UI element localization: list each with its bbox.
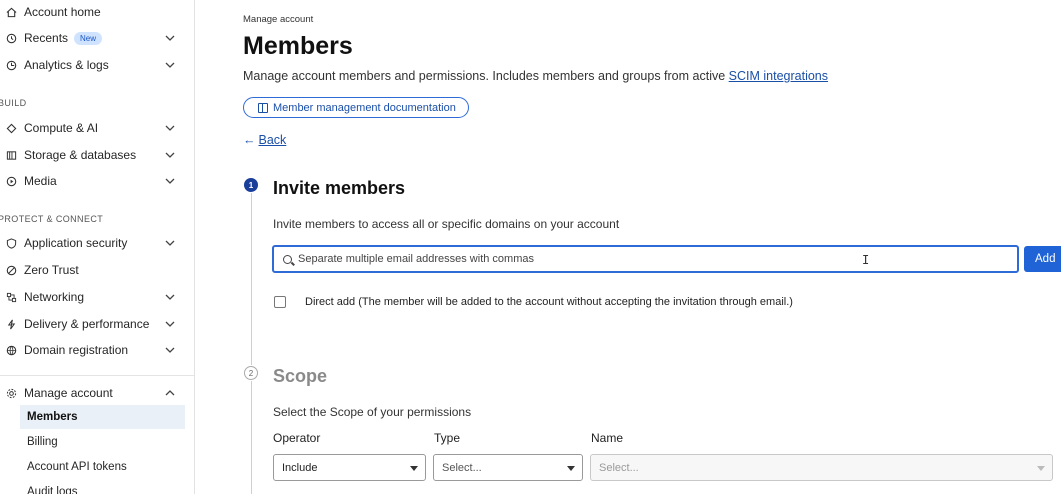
sidebar-item-label: Application security <box>24 236 128 250</box>
operator-label: Operator <box>273 431 321 445</box>
invite-members-subtitle: Invite members to access all or specific… <box>273 217 620 231</box>
caret-down-icon <box>567 466 575 471</box>
documentation-button-label: Member management documentation <box>273 101 456 114</box>
section-protect-connect: PROTECT & CONNECT <box>0 214 104 224</box>
add-button[interactable]: Add <box>1024 246 1061 272</box>
shield-icon <box>5 237 17 249</box>
invite-members-heading: Invite members <box>273 178 406 198</box>
section-build: BUILD <box>0 98 27 108</box>
chevron-down-icon[interactable] <box>164 149 176 161</box>
lightning-icon <box>5 318 17 330</box>
sidebar-item-label: Media <box>24 174 57 188</box>
type-select[interactable]: Select... <box>433 454 583 481</box>
sidebar-item-label: Compute & AI <box>24 121 99 135</box>
storage-icon <box>5 149 17 161</box>
zero-trust-icon <box>5 264 17 276</box>
gear-icon <box>5 387 17 399</box>
sidebar-item-audit-logs[interactable]: Audit logs <box>20 480 185 494</box>
main-content: Manage account Members Manage account me… <box>196 0 1061 494</box>
chevron-down-icon[interactable] <box>164 59 176 71</box>
step-2-indicator: 2 <box>244 366 258 380</box>
sidebar-item-manage-account[interactable]: Manage account <box>0 381 186 405</box>
arrow-left-icon: ← <box>243 133 256 147</box>
direct-add-label: Direct add (The member will be added to … <box>305 296 793 308</box>
sidebar-item-label: Recents <box>24 31 69 45</box>
sidebar-item-storage[interactable]: Storage & databases <box>0 143 186 167</box>
sidebar-item-members[interactable]: Members <box>20 405 185 429</box>
text-cursor-icon: I <box>862 253 870 267</box>
email-input[interactable]: Separate multiple email addresses with c… <box>272 245 1019 273</box>
back-label: Back <box>258 133 287 147</box>
direct-add-checkbox[interactable] <box>274 296 286 308</box>
step-connector <box>251 193 252 365</box>
chevron-down-icon[interactable] <box>164 237 176 249</box>
sidebar-item-delivery[interactable]: Delivery & performance <box>0 312 186 336</box>
back-link[interactable]: ← Back <box>243 133 286 147</box>
chevron-up-icon[interactable] <box>164 387 176 399</box>
compute-icon <box>5 122 17 134</box>
chevron-down-icon[interactable] <box>164 175 176 187</box>
sidebar-item-label: Storage & databases <box>24 148 137 162</box>
sidebar-item-networking[interactable]: Networking <box>0 285 186 309</box>
type-value: Select... <box>442 461 482 474</box>
caret-down-icon <box>410 466 418 471</box>
sidebar-item-label: Manage account <box>24 386 113 400</box>
sidebar: Account home Recents New Analytics & log… <box>0 0 195 494</box>
operator-select[interactable]: Include <box>273 454 426 481</box>
new-badge: New <box>74 31 103 45</box>
sidebar-item-zero-trust[interactable]: Zero Trust <box>0 258 186 282</box>
documentation-button[interactable]: Member management documentation <box>243 97 469 118</box>
home-icon <box>5 6 17 18</box>
caret-down-icon <box>1037 466 1045 471</box>
breadcrumb: Manage account <box>243 14 314 25</box>
name-select[interactable]: Select... <box>590 454 1053 481</box>
chevron-down-icon[interactable] <box>164 344 176 356</box>
media-icon <box>5 175 17 187</box>
chevron-down-icon[interactable] <box>164 318 176 330</box>
sidebar-item-account-home[interactable]: Account home <box>0 0 186 24</box>
chevron-down-icon[interactable] <box>164 291 176 303</box>
sidebar-item-label: Zero Trust <box>24 263 79 277</box>
sidebar-item-domain-registration[interactable]: Domain registration <box>0 338 186 362</box>
sidebar-item-label: Delivery & performance <box>24 317 150 331</box>
sidebar-item-label: Analytics & logs <box>24 58 109 72</box>
operator-value: Include <box>282 461 318 474</box>
sidebar-divider <box>0 375 194 376</box>
analytics-icon <box>5 59 17 71</box>
sidebar-item-account-api-tokens[interactable]: Account API tokens <box>20 455 185 479</box>
sidebar-item-media[interactable]: Media <box>0 169 186 193</box>
sidebar-item-label: Domain registration <box>24 343 129 357</box>
sidebar-item-compute[interactable]: Compute & AI <box>0 116 186 140</box>
search-icon <box>283 254 292 264</box>
sidebar-item-billing[interactable]: Billing <box>20 430 185 454</box>
page-description: Manage account members and permissions. … <box>243 69 828 83</box>
sidebar-item-recents[interactable]: Recents New <box>0 26 186 50</box>
sidebar-item-label: Account home <box>24 5 101 19</box>
name-label: Name <box>591 431 624 445</box>
type-label: Type <box>434 431 461 445</box>
sidebar-item-label: Networking <box>24 290 85 304</box>
chevron-down-icon[interactable] <box>164 32 176 44</box>
network-icon <box>5 291 17 303</box>
history-icon <box>5 32 17 44</box>
sidebar-item-analytics[interactable]: Analytics & logs <box>0 53 186 77</box>
scim-integrations-link[interactable]: SCIM integrations <box>729 69 828 83</box>
name-value: Select... <box>599 461 639 474</box>
sidebar-item-application-security[interactable]: Application security <box>0 231 186 255</box>
book-icon <box>258 102 268 113</box>
email-input-placeholder: Separate multiple email addresses with c… <box>298 253 534 265</box>
chevron-down-icon[interactable] <box>164 122 176 134</box>
description-text: Manage account members and permissions. … <box>243 69 729 83</box>
globe-icon <box>5 344 17 356</box>
step-1-indicator: 1 <box>244 178 258 192</box>
page-title: Members <box>243 32 353 60</box>
step-connector <box>251 381 252 494</box>
scope-heading: Scope <box>273 366 328 386</box>
scope-subtitle: Select the Scope of your permissions <box>273 405 472 419</box>
